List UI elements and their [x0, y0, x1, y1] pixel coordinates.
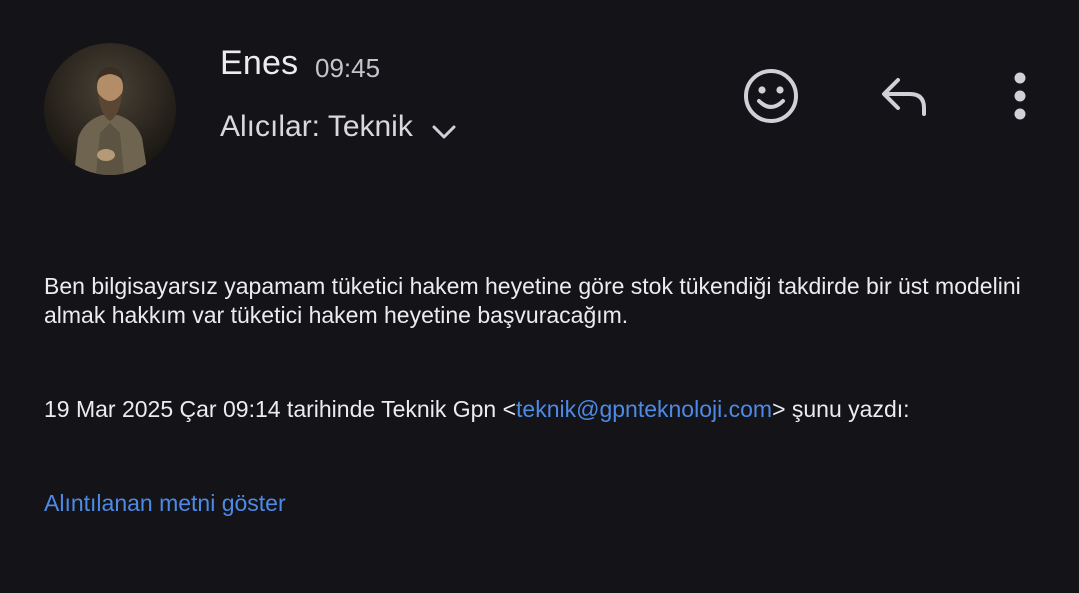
- quote-attribution-suffix: > şunu yazdı:: [772, 396, 910, 422]
- chevron-down-icon[interactable]: [429, 117, 459, 147]
- add-reaction-button[interactable]: [739, 66, 803, 130]
- recipients-row[interactable]: Alıcılar: Teknik: [220, 107, 459, 147]
- message-timestamp: 09:45: [315, 53, 381, 83]
- emoji-reaction-icon: [742, 67, 800, 130]
- sender-name: Enes: [220, 44, 299, 82]
- more-options-button[interactable]: [988, 66, 1052, 130]
- message-body: Ben bilgisayarsız yapamam tüketici hakem…: [44, 273, 1021, 328]
- reply-button[interactable]: [872, 66, 936, 130]
- show-quoted-text-link[interactable]: Alıntılanan metni göster: [44, 490, 286, 517]
- recipients-label: Alıcılar: Teknik: [220, 110, 413, 143]
- quote-attribution: 19 Mar 2025 Çar 09:14 tarihinde Teknik G…: [44, 396, 910, 423]
- quote-sender-email-link[interactable]: teknik@gpnteknoloji.com: [516, 396, 772, 422]
- more-vert-icon: [1012, 72, 1028, 125]
- quote-attribution-prefix: 19 Mar 2025 Çar 09:14 tarihinde Teknik G…: [44, 396, 517, 422]
- reply-icon: [876, 74, 932, 123]
- sender-avatar[interactable]: [44, 43, 176, 175]
- avatar-portrait-image: [44, 43, 176, 175]
- email-message-view: Enes 09:45 Alıcılar: Teknik Ben bilgisay…: [0, 0, 1079, 593]
